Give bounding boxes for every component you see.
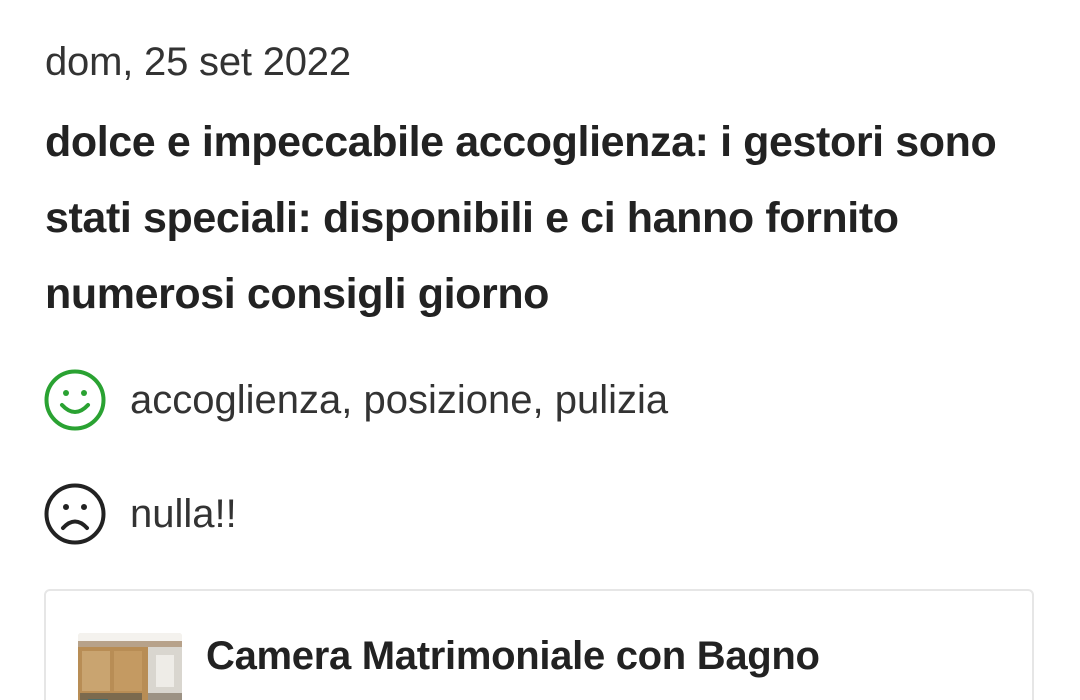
review-positive-text: accoglienza, posizione, pulizia — [130, 378, 669, 422]
smiley-face-icon — [44, 369, 106, 431]
review-negative-text: nulla!! — [130, 492, 237, 536]
review-title: dolce e impeccabile accoglienza: i gesto… — [45, 118, 997, 318]
review-positive-row: accoglienza, posizione, pulizia — [44, 368, 668, 432]
review-negative-row: nulla!! — [44, 482, 237, 546]
review-date: dom, 25 set 2022 — [45, 40, 351, 84]
review-page: dom, 25 set 2022 dolce e impeccabile acc… — [0, 0, 1080, 700]
room-name[interactable]: Camera Matrimoniale con Bagno — [206, 631, 820, 681]
sad-face-icon — [44, 483, 106, 545]
room-card[interactable]: Camera Matrimoniale con Bagno — [44, 589, 1034, 700]
room-photo — [78, 633, 182, 700]
